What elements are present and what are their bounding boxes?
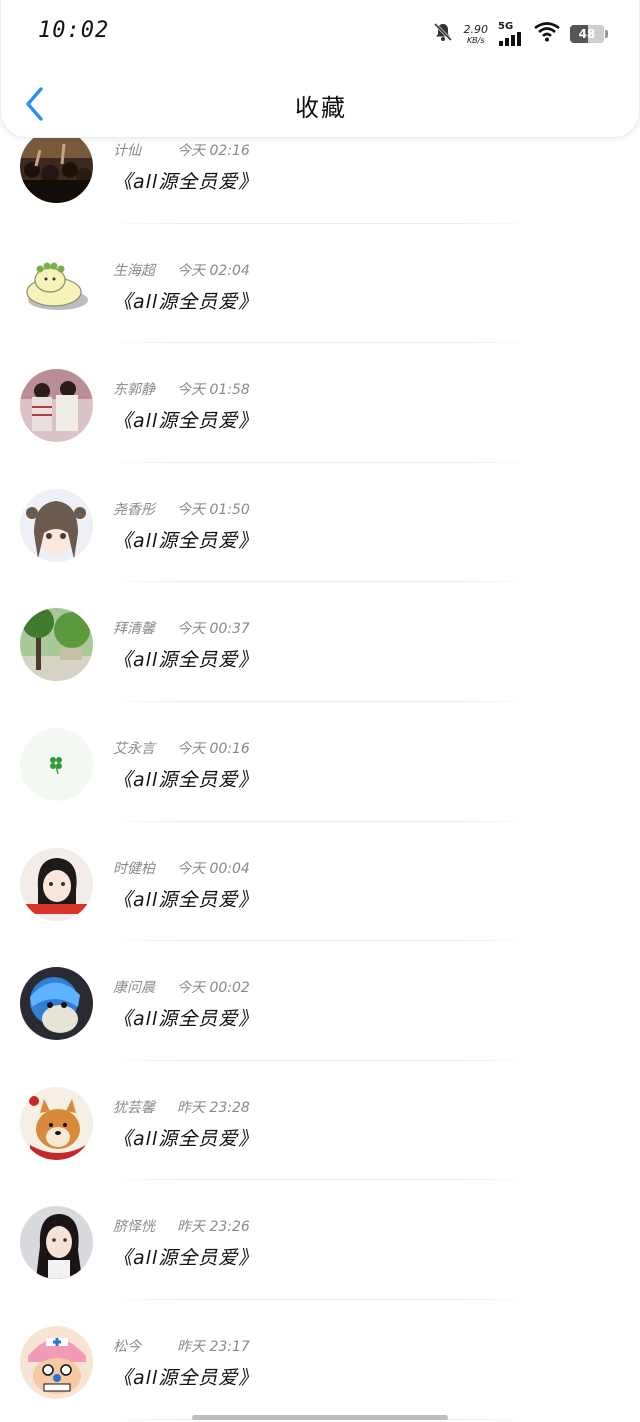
avatar-image [20,608,93,682]
avatar[interactable] [20,608,93,682]
battery-icon: 48 [570,25,608,43]
page-title: 收藏 [295,94,347,122]
timestamp: 今天 00:37 [177,621,250,638]
wifi-icon [534,22,560,46]
timestamp: 今天 02:04 [177,262,250,279]
avatar-image [20,727,93,801]
home-indicator[interactable] [192,1415,448,1420]
status-bar: 10:02 2.90 KB/s 5G 48 [0,0,640,64]
message-text: 《all源全员爱》 [113,529,259,552]
item-meta: 松今 昨天 23:17 [113,1336,250,1356]
timestamp: 昨天 23:28 [177,1099,250,1116]
item-meta: 拜清馨 今天 00:37 [113,618,250,638]
sender-name: 计仙 [113,143,141,159]
sender-name: 时健柏 [113,860,155,877]
message-text: 《all源全员爱》 [113,1127,259,1150]
sender-name: 艾永言 [113,740,155,757]
list-item[interactable]: 尧香彤 今天 01:50 《all源全员爱》 [0,463,640,583]
item-meta: 康问晨 今天 00:02 [113,977,250,997]
timestamp: 昨天 23:17 [177,1338,250,1355]
sender-name: 生海超 [113,262,155,279]
avatar-image [20,1086,93,1160]
item-meta: 犹芸馨 昨天 23:28 [113,1097,250,1117]
avatar[interactable] [20,1325,93,1399]
message-text: 《all源全员爱》 [113,171,259,193]
item-meta: 生海超 今天 02:04 [113,260,250,280]
timestamp: 今天 01:50 [177,501,250,518]
sender-name: 康问晨 [113,980,155,997]
sender-name: 犹芸馨 [113,1099,155,1116]
sender-name: 拜清馨 [113,621,155,638]
list-item[interactable]: 艾永言 今天 00:16 《all源全员爱》 [0,702,640,822]
avatar-image [20,249,93,323]
avatar[interactable] [20,967,93,1041]
timestamp: 今天 00:04 [177,860,250,877]
message-text: 《all源全员爱》 [113,888,259,911]
avatar-image [20,1325,93,1399]
message-text: 《all源全员爱》 [113,290,259,313]
avatar[interactable] [20,249,93,323]
avatar-image [20,130,93,203]
item-meta: 脐怿恍 昨天 23:26 [113,1216,250,1236]
timestamp: 今天 01:58 [177,382,250,399]
item-meta: 东郭静 今天 01:58 [113,379,250,399]
message-text: 《all源全员爱》 [113,649,259,672]
item-meta: 尧香彤 今天 01:50 [113,499,250,519]
item-meta: 时健柏 今天 00:04 [113,858,250,878]
message-text: 《all源全员爱》 [113,1247,259,1270]
list-item[interactable]: 东郭静 今天 01:58 《all源全员爱》 [0,343,640,463]
item-meta: 艾永言 今天 00:16 [113,738,250,758]
message-text: 《all源全员爱》 [113,1366,259,1389]
message-text: 《all源全员爱》 [113,410,259,433]
timestamp: 昨天 23:26 [177,1219,250,1236]
timestamp: 今天 00:02 [177,980,250,997]
item-meta: 计仙 今天 02:16 [113,140,250,160]
list-item[interactable]: 犹芸馨 昨天 23:28 《all源全员爱》 [0,1061,640,1181]
bell-muted-icon [432,21,454,47]
sender-name: 尧香彤 [113,501,155,518]
avatar[interactable] [20,488,93,562]
avatar-image [20,488,93,562]
sender-name: 东郭静 [113,382,155,399]
avatar[interactable] [20,1086,93,1160]
sender-name: 松今 [113,1338,141,1355]
clock: 10:02 [38,18,110,43]
avatar[interactable] [20,369,93,443]
avatar-image [20,369,93,443]
cellular-signal-icon: 5G [498,22,524,46]
avatar-image [20,967,93,1041]
list-item[interactable]: 时健柏 今天 00:04 《all源全员爱》 [0,822,640,942]
list-item[interactable]: 生海超 今天 02:04 《all源全员爱》 [0,224,640,344]
list-item[interactable]: 松今 昨天 23:17 《all源全员爱》 [0,1300,640,1420]
list-item[interactable]: 拜清馨 今天 00:37 《all源全员爱》 [0,582,640,702]
avatar[interactable] [20,727,93,801]
message-text: 《all源全员爱》 [113,1008,259,1031]
avatar[interactable] [20,1206,93,1280]
message-text: 《all源全员爱》 [113,768,259,791]
list-item[interactable]: 脐怿恍 昨天 23:26 《all源全员爱》 [0,1180,640,1300]
list-item[interactable]: 康问晨 今天 00:02 《all源全员爱》 [0,941,640,1061]
avatar-image [20,847,93,921]
net-speed: 2.90 KB/s [463,22,489,45]
avatar-image [20,1206,93,1280]
sender-name: 脐怿恍 [113,1219,155,1236]
timestamp: 今天 00:16 [177,740,250,757]
status-icons: 2.90 KB/s 5G 48 [432,20,608,48]
timestamp: 今天 02:16 [177,143,250,159]
avatar[interactable] [20,130,93,203]
avatar[interactable] [20,847,93,921]
favorites-list: 计仙 今天 02:16 《all源全员爱》 生海超 今天 02:04 《all源全员爱》东… [0,104,640,1420]
